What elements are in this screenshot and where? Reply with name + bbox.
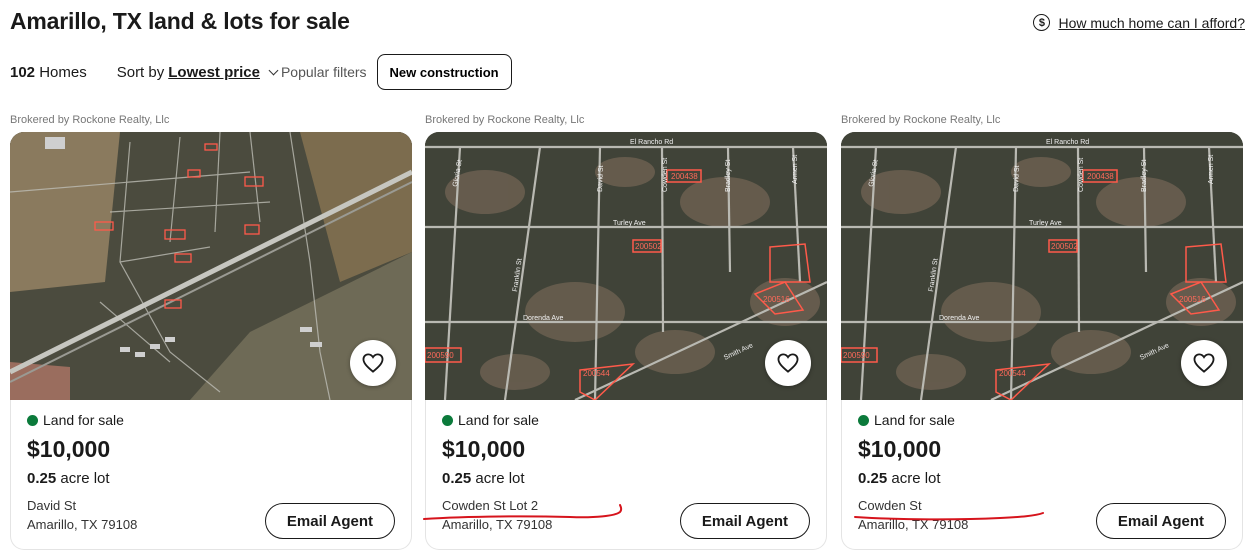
save-heart-button[interactable]: [765, 340, 811, 386]
sort-dropdown[interactable]: Sort by Lowest price: [117, 64, 281, 81]
heart-icon: [1193, 353, 1215, 373]
parcel-label: 200590: [427, 351, 454, 360]
listing-photo[interactable]: 200438 200502 200590 200544 200516 El Ra…: [425, 132, 827, 400]
listing-price: $10,000: [442, 436, 526, 462]
listing-info: Land for sale $10,000 0.25 acre lot Davi…: [10, 400, 412, 550]
listing-card[interactable]: Brokered by Rockone Realty, Llc: [425, 110, 827, 550]
lot-size-value: 0.25: [27, 470, 57, 487]
listing-card[interactable]: Brokered by Rockone Realty, Llc: [841, 110, 1243, 550]
listing-photo[interactable]: [10, 132, 412, 400]
lot-size-unit: acre lot: [60, 470, 110, 487]
results-count-label: Homes: [39, 63, 87, 81]
status-label: Land for sale: [874, 412, 955, 428]
save-heart-button[interactable]: [1181, 340, 1227, 386]
street-label: David St: [597, 165, 605, 192]
parcel-label: 200516: [763, 295, 790, 304]
parcel-label: 200502: [1051, 242, 1078, 251]
lot-size-unit: acre lot: [891, 470, 941, 487]
listing-status: Land for sale: [442, 412, 810, 428]
street-label: Armen St: [1208, 155, 1215, 184]
street-label: El Rancho Rd: [1046, 139, 1089, 146]
street-label: El Rancho Rd: [630, 139, 673, 146]
listing-info: Land for sale $10,000 0.25 acre lot Cowd…: [425, 400, 827, 550]
parcel-label: 200544: [999, 369, 1026, 378]
results-count: 102 Homes: [10, 64, 87, 81]
listing-status: Land for sale: [858, 412, 1226, 428]
street-label: Armen St: [792, 155, 799, 184]
status-dot-icon: [27, 414, 38, 426]
street-label: Bradley St: [1141, 160, 1148, 192]
email-agent-button[interactable]: Email Agent: [1096, 503, 1226, 539]
popular-filters-label: Popular filters: [280, 64, 367, 80]
street-label: Cowden St: [1078, 158, 1085, 192]
results-count-number: 102: [10, 63, 36, 81]
street-label: Bradley St: [725, 160, 732, 192]
page-header: Amarillo, TX land & lots for sale $ How …: [10, 6, 1245, 40]
broker-label: Brokered by Rockone Realty, Llc: [10, 114, 170, 126]
lot-size: 0.25 acre lot: [858, 470, 1226, 487]
street-label: David St: [1013, 165, 1021, 192]
status-dot-icon: [858, 414, 869, 426]
street-label: Dorenda Ave: [523, 315, 563, 322]
sort-prefix: Sort by: [116, 63, 165, 81]
listing-photo[interactable]: 200438 200502 200590 200544 200516 El Ra…: [841, 132, 1243, 400]
listing-card[interactable]: Brokered by Rockone Realty, Llc: [10, 110, 412, 550]
email-agent-button[interactable]: Email Agent: [265, 503, 395, 539]
parcel-label: 200438: [671, 172, 698, 181]
street-label: Turley Ave: [613, 220, 646, 227]
broker-label: Brokered by Rockone Realty, Llc: [841, 114, 1001, 126]
listing-price: $10,000: [27, 436, 111, 462]
parcel-label: 200438: [1087, 172, 1114, 181]
parcel-label: 200502: [635, 242, 662, 251]
status-label: Land for sale: [43, 412, 124, 428]
status-dot-icon: [442, 414, 453, 426]
lot-size-unit: acre lot: [475, 470, 525, 487]
street-label: Cowden St: [662, 158, 669, 192]
results-toolbar: 102 Homes Sort by Lowest price Popular f…: [10, 54, 512, 90]
sort-value[interactable]: Lowest price: [168, 64, 260, 81]
lot-size: 0.25 acre lot: [442, 470, 810, 487]
broker-label: Brokered by Rockone Realty, Llc: [425, 114, 585, 126]
email-agent-button[interactable]: Email Agent: [680, 503, 810, 539]
status-label: Land for sale: [458, 412, 539, 428]
lot-size: 0.25 acre lot: [27, 470, 395, 487]
lot-size-value: 0.25: [442, 470, 472, 487]
afford-link[interactable]: How much home can I afford?: [1058, 15, 1245, 31]
listing-info: Land for sale $10,000 0.25 acre lot Cowd…: [841, 400, 1243, 550]
dollar-circle-icon: $: [1033, 14, 1051, 31]
lot-size-value: 0.25: [858, 470, 888, 487]
chevron-down-icon[interactable]: [268, 65, 279, 75]
heart-icon: [777, 353, 799, 373]
parcel-label: 200516: [1179, 295, 1206, 304]
listing-price: $10,000: [858, 436, 942, 462]
street-label: Dorenda Ave: [939, 315, 979, 322]
street-label: Turley Ave: [1029, 220, 1062, 227]
save-heart-button[interactable]: [350, 340, 396, 386]
heart-icon: [362, 353, 384, 373]
parcel-label: 200544: [583, 369, 610, 378]
new-construction-chip[interactable]: New construction: [376, 54, 512, 90]
parcel-label: 200590: [843, 351, 870, 360]
afford-link-group[interactable]: $ How much home can I afford?: [1033, 14, 1245, 31]
listing-status: Land for sale: [27, 412, 395, 428]
